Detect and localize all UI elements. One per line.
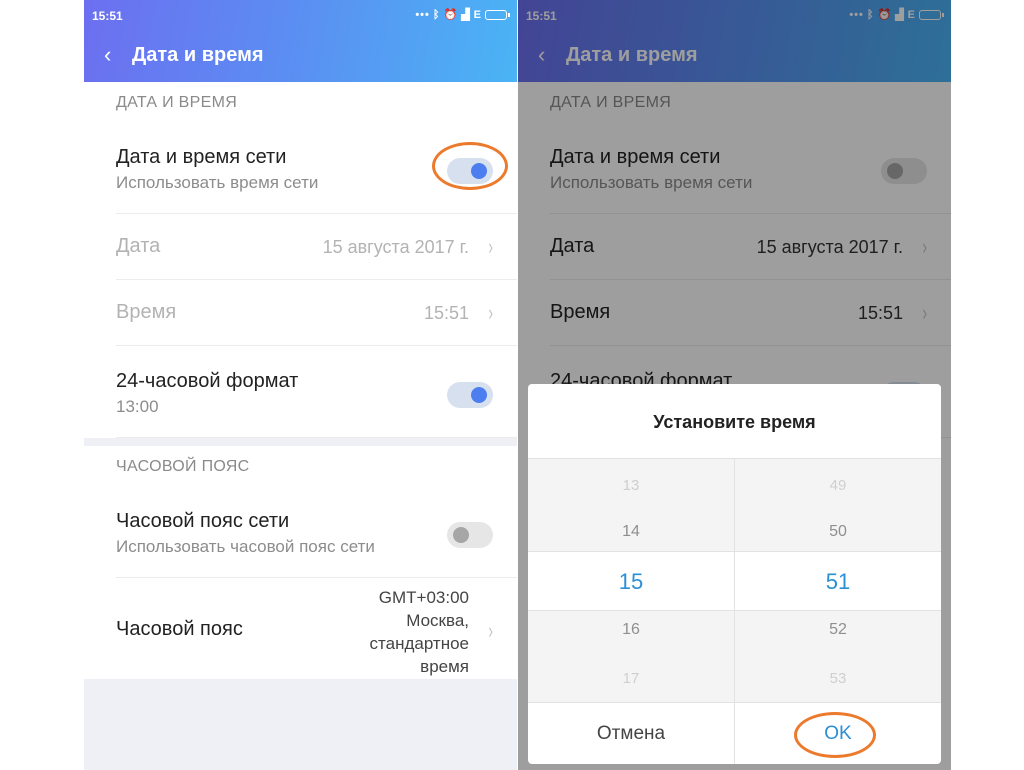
network-timezone-toggle[interactable] bbox=[447, 522, 493, 548]
format-24h-row[interactable]: 24-часовой формат 13:00 bbox=[84, 346, 517, 438]
hour-selected[interactable]: 15 bbox=[528, 569, 734, 595]
row-title: 24-часовой формат bbox=[116, 370, 299, 392]
status-time: 15:51 bbox=[92, 9, 123, 23]
date-row[interactable]: Дата 15 августа 2017 г. › bbox=[84, 214, 517, 280]
hour-picker[interactable]: 13 14 15 16 17 bbox=[528, 458, 734, 702]
section-label-timezone: ЧАСОВОЙ ПОЯС bbox=[84, 446, 517, 486]
row-subtitle: Использовать часовой пояс сети bbox=[116, 537, 375, 556]
timezone-line: время bbox=[420, 657, 469, 676]
timezone-value: GMT+03:00 Москва, стандартное время bbox=[370, 586, 469, 678]
row-title: Дата и время сети bbox=[116, 146, 287, 168]
date-value: 15 августа 2017 г. bbox=[322, 237, 469, 257]
time-row[interactable]: Время 15:51 › bbox=[84, 280, 517, 346]
format-24h-toggle[interactable] bbox=[447, 382, 493, 408]
timezone-row[interactable]: Часовой пояс GMT+03:00 Москва, стандартн… bbox=[84, 578, 517, 680]
timezone-line: GMT+03:00 bbox=[378, 588, 469, 607]
minute-picker[interactable]: 49 50 51 52 53 bbox=[735, 458, 941, 702]
page-title: Дата и время bbox=[132, 44, 264, 66]
hour-option[interactable]: 13 bbox=[528, 477, 734, 494]
row-title: Время bbox=[116, 301, 177, 323]
section-divider bbox=[84, 438, 517, 446]
back-icon[interactable]: ‹ bbox=[104, 44, 111, 66]
chevron-right-icon: › bbox=[488, 233, 493, 259]
hour-option[interactable]: 16 bbox=[528, 621, 734, 639]
alarm-icon: ⏰ bbox=[443, 9, 459, 21]
toggle-knob bbox=[471, 387, 487, 403]
dots-icon: ••• bbox=[415, 8, 430, 21]
minute-option[interactable]: 52 bbox=[735, 621, 941, 639]
minute-option[interactable]: 49 bbox=[735, 477, 941, 494]
row-title: Часовой пояс bbox=[116, 618, 243, 640]
empty-area bbox=[84, 679, 517, 770]
time-value: 15:51 bbox=[423, 303, 469, 323]
highlight-annotation bbox=[794, 712, 876, 758]
cancel-button[interactable]: Отмена bbox=[528, 703, 734, 764]
network-timezone-row[interactable]: Часовой пояс сети Использовать часовой п… bbox=[84, 486, 517, 578]
signal-icon: ▟ bbox=[461, 9, 471, 21]
bluetooth-icon: ᛒ bbox=[432, 8, 441, 21]
dialog-title: Установите время bbox=[653, 412, 816, 432]
battery-icon bbox=[485, 9, 510, 20]
minute-selected[interactable]: 51 bbox=[735, 569, 941, 595]
left-screen: 15:51 ••• ᛒ ⏰ ▟ E ‹ Дата и время ДАТА И … bbox=[84, 0, 517, 770]
timezone-line: Москва, bbox=[406, 611, 469, 630]
toggle-knob bbox=[453, 527, 469, 543]
timezone-line: стандартное bbox=[369, 634, 469, 653]
network-type: E bbox=[473, 8, 482, 21]
row-subtitle: 13:00 bbox=[116, 397, 159, 416]
row-subtitle: Использовать время сети bbox=[116, 173, 319, 192]
row-title: Часовой пояс сети bbox=[116, 510, 290, 532]
app-header: 15:51 ••• ᛒ ⏰ ▟ E ‹ Дата и время bbox=[84, 0, 517, 82]
status-icons: ••• ᛒ ⏰ ▟ E bbox=[415, 8, 510, 21]
status-bar: 15:51 ••• ᛒ ⏰ ▟ E bbox=[84, 0, 517, 30]
chevron-right-icon: › bbox=[488, 617, 493, 643]
section-label-date-time: ДАТА И ВРЕМЯ bbox=[84, 82, 517, 122]
hour-option[interactable]: 14 bbox=[528, 523, 734, 541]
minute-option[interactable]: 50 bbox=[735, 523, 941, 541]
minute-option[interactable]: 53 bbox=[735, 670, 941, 687]
hour-option[interactable]: 17 bbox=[528, 670, 734, 687]
right-screen: 15:51 ••• ᛒ ⏰ ▟ E ‹ Дата и время ДАТА И … bbox=[518, 0, 951, 770]
row-title: Дата bbox=[116, 235, 161, 257]
dialog-buttons: Отмена OK bbox=[528, 702, 941, 764]
chevron-right-icon: › bbox=[488, 299, 493, 325]
highlight-annotation bbox=[432, 142, 508, 190]
set-time-dialog: Установите время 13 14 15 16 17 49 50 51… bbox=[528, 384, 941, 764]
